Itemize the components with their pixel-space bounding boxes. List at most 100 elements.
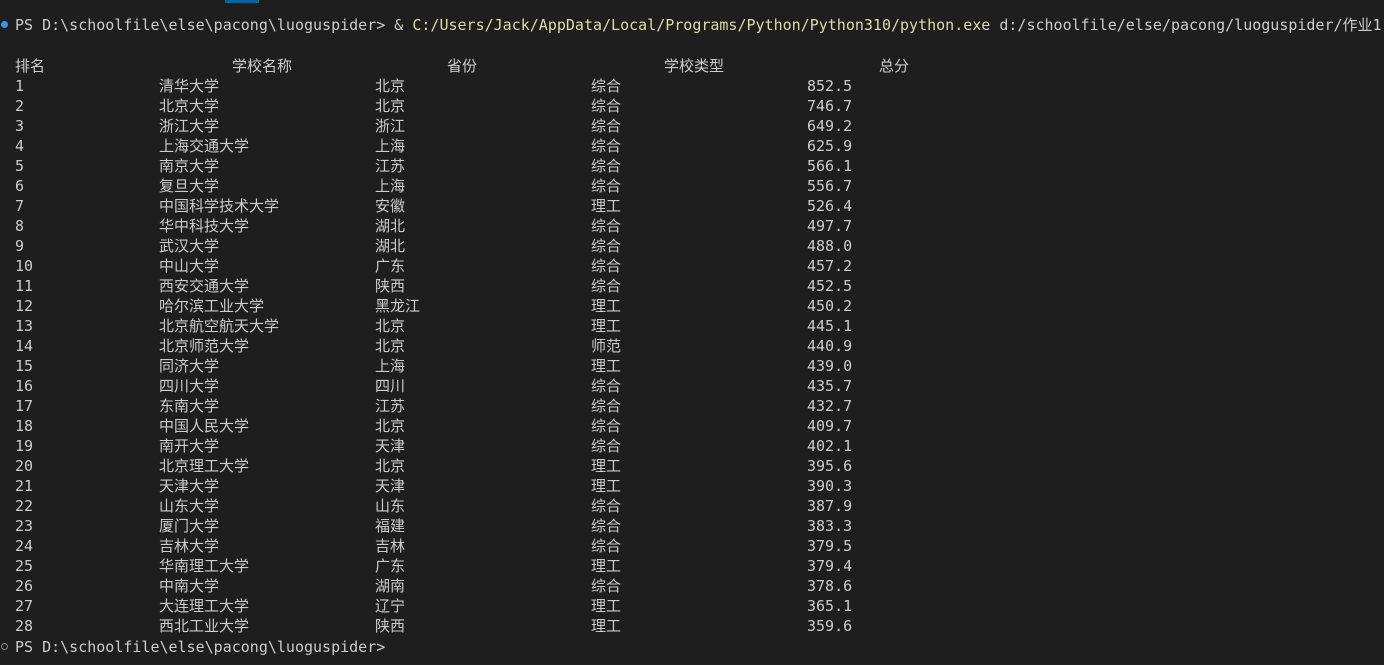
cell-province: 广东	[375, 257, 406, 275]
cell-province: 北京	[375, 417, 406, 435]
cell-type: 理工	[591, 297, 622, 315]
cell-type: 综合	[591, 257, 622, 275]
cell-rank: 24	[15, 537, 34, 555]
cell-name: 哈尔滨工业大学	[159, 297, 265, 315]
cell-name: 清华大学	[159, 77, 220, 95]
cell-name: 浙江大学	[159, 117, 220, 135]
cell-province: 北京	[375, 77, 406, 95]
table-row: 28 西北工业大学 陕西 理工 359.6	[0, 616, 1000, 636]
cell-score: 488.0	[807, 237, 853, 255]
cell-name: 厦门大学	[159, 517, 220, 535]
cell-type: 综合	[591, 137, 622, 155]
cell-name: 北京航空航天大学	[159, 317, 280, 335]
cell-name: 大连理工大学	[159, 597, 250, 615]
table-row: 2 北京大学 北京 综合 746.7	[0, 96, 1000, 116]
cell-type: 综合	[591, 77, 622, 95]
cell-name: 中山大学	[159, 257, 220, 275]
cell-name: 西安交通大学	[159, 277, 250, 295]
cell-name: 中南大学	[159, 577, 220, 595]
cell-score: 556.7	[807, 177, 853, 195]
table-row: 22 山东大学 山东 综合 387.9	[0, 496, 1000, 516]
cell-type: 理工	[591, 477, 622, 495]
cell-score: 395.6	[807, 457, 853, 475]
cell-province: 黑龙江	[375, 297, 421, 315]
cell-type: 理工	[591, 597, 622, 615]
table-row: 9 武汉大学 湖北 综合 488.0	[0, 236, 1000, 256]
cell-rank: 17	[15, 397, 34, 415]
cell-name: 中国科学技术大学	[159, 197, 280, 215]
cell-rank: 18	[15, 417, 34, 435]
cell-score: 409.7	[807, 417, 853, 435]
cell-rank: 15	[15, 357, 34, 375]
cell-score: 359.6	[807, 617, 853, 635]
table-row: 1 清华大学 北京 综合 852.5	[0, 76, 1000, 96]
cell-name: 南开大学	[159, 437, 220, 455]
table-row: 12 哈尔滨工业大学 黑龙江 理工 450.2	[0, 296, 1000, 316]
cell-rank: 6	[15, 177, 25, 195]
cell-rank: 27	[15, 597, 34, 615]
cell-rank: 26	[15, 577, 34, 595]
table-row: 11 西安交通大学 陕西 综合 452.5	[0, 276, 1000, 296]
table-row: 4 上海交通大学 上海 综合 625.9	[0, 136, 1000, 156]
cell-score: 452.5	[807, 277, 853, 295]
cell-score: 387.9	[807, 497, 853, 515]
cell-type: 理工	[591, 317, 622, 335]
cell-type: 综合	[591, 377, 622, 395]
cell-type: 综合	[591, 397, 622, 415]
call-operator: &	[394, 16, 404, 34]
command-pending-dot-icon[interactable]	[1, 643, 8, 650]
cell-rank: 21	[15, 477, 34, 495]
cell-score: 402.1	[807, 437, 853, 455]
prompt-text: PS D:\schoolfile\else\pacong\luoguspider…	[15, 16, 386, 34]
header-name: 学校名称	[232, 57, 293, 75]
cell-name: 武汉大学	[159, 237, 220, 255]
cell-score: 450.2	[807, 297, 853, 315]
cell-type: 理工	[591, 357, 622, 375]
cell-score: 625.9	[807, 137, 853, 155]
cell-rank: 23	[15, 517, 34, 535]
cell-type: 综合	[591, 97, 622, 115]
command-success-dot-icon[interactable]	[1, 21, 8, 28]
table-header-row: 排名 学校名称 省份 学校类型 总分	[0, 56, 1000, 76]
table-row: 19 南开大学 天津 综合 402.1	[0, 436, 1000, 456]
cell-name: 四川大学	[159, 377, 220, 395]
header-province: 省份	[447, 57, 478, 75]
header-type: 学校类型	[664, 57, 725, 75]
cell-name: 天津大学	[159, 477, 220, 495]
cell-score: 440.9	[807, 337, 853, 355]
cell-province: 天津	[375, 437, 406, 455]
header-score: 总分	[879, 57, 910, 75]
cell-score: 379.4	[807, 557, 853, 575]
cell-type: 理工	[591, 197, 622, 215]
cell-rank: 4	[15, 137, 25, 155]
table-row: 7 中国科学技术大学 安徽 理工 526.4	[0, 196, 1000, 216]
cell-rank: 22	[15, 497, 34, 515]
cell-type: 综合	[591, 437, 622, 455]
cell-rank: 14	[15, 337, 34, 355]
cell-type: 综合	[591, 537, 622, 555]
cell-type: 综合	[591, 577, 622, 595]
final-prompt-line[interactable]: PS D:\schoolfile\else\pacong\luoguspider…	[15, 637, 385, 657]
cell-name: 复旦大学	[159, 177, 220, 195]
table-row: 25 华南理工大学 广东 理工 379.4	[0, 556, 1000, 576]
cell-type: 综合	[591, 237, 622, 255]
table-row: 21 天津大学 天津 理工 390.3	[0, 476, 1000, 496]
table-row: 14 北京师范大学 北京 师范 440.9	[0, 336, 1000, 356]
cell-type: 综合	[591, 497, 622, 515]
final-prompt-text: PS D:\schoolfile\else\pacong\luoguspider…	[15, 638, 386, 656]
cell-province: 上海	[375, 177, 406, 195]
cell-score: 852.5	[807, 77, 853, 95]
cell-type: 理工	[591, 617, 622, 635]
cell-name: 东南大学	[159, 397, 220, 415]
cell-score: 457.2	[807, 257, 853, 275]
cell-type: 综合	[591, 517, 622, 535]
table-row: 18 中国人民大学 北京 综合 409.7	[0, 416, 1000, 436]
cell-province: 北京	[375, 97, 406, 115]
cell-type: 综合	[591, 117, 622, 135]
cell-province: 北京	[375, 457, 406, 475]
cell-score: 383.3	[807, 517, 853, 535]
cell-province: 北京	[375, 337, 406, 355]
cell-rank: 1	[15, 77, 25, 95]
cell-type: 综合	[591, 217, 622, 235]
cell-name: 山东大学	[159, 497, 220, 515]
